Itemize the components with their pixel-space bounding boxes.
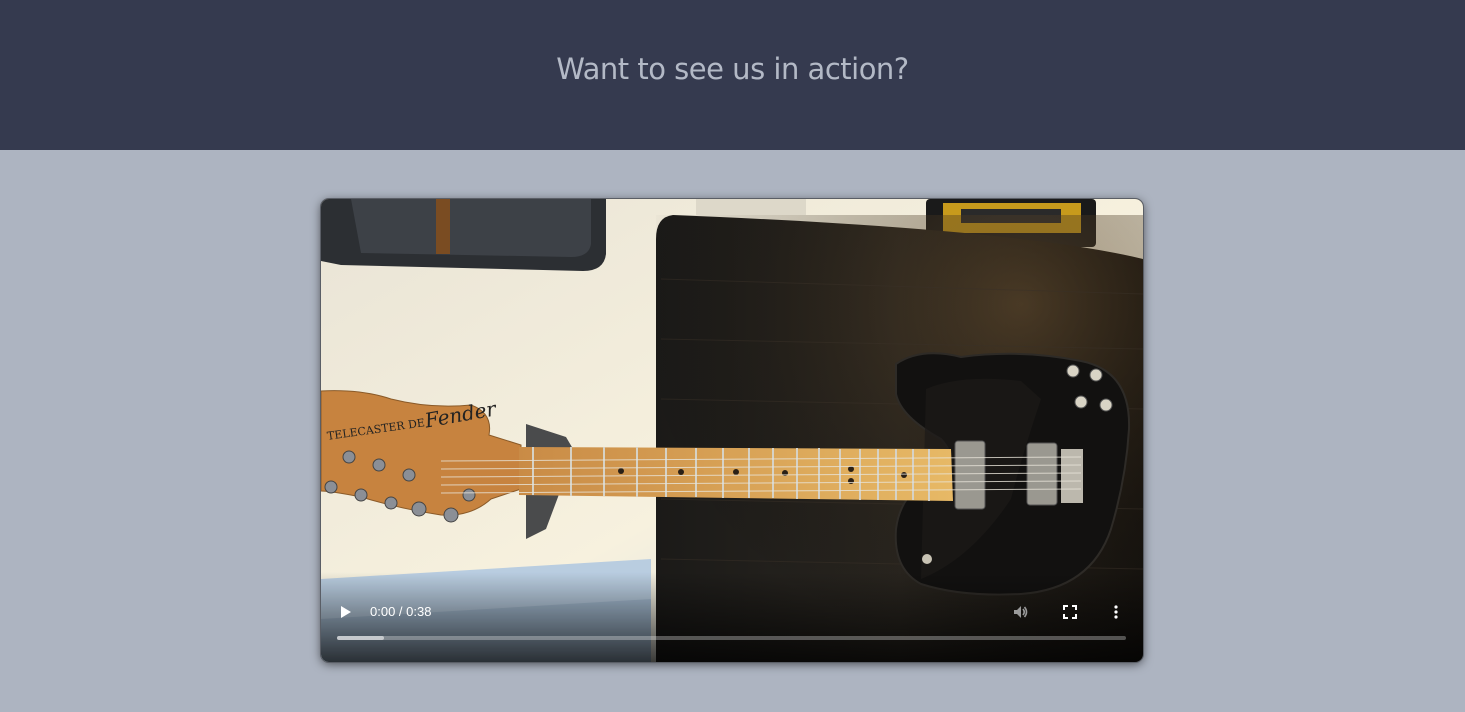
fullscreen-button[interactable] [1058,600,1082,624]
page-title: Want to see us in action? [556,52,909,86]
video-player[interactable]: TELECASTER DE Fender 0:00 / 0:38 [321,199,1143,662]
progress-bar[interactable] [337,636,1126,640]
more-options-button[interactable] [1108,600,1124,624]
volume-icon [1014,606,1028,618]
time-display: 0:00 / 0:38 [370,604,432,619]
fullscreen-icon [1063,605,1077,619]
page-header: Want to see us in action? [0,0,1465,150]
mute-button[interactable] [1009,600,1033,624]
more-options-icon [1114,605,1118,619]
play-icon [341,606,351,618]
progress-buffered [337,636,385,640]
play-button[interactable] [335,600,357,624]
